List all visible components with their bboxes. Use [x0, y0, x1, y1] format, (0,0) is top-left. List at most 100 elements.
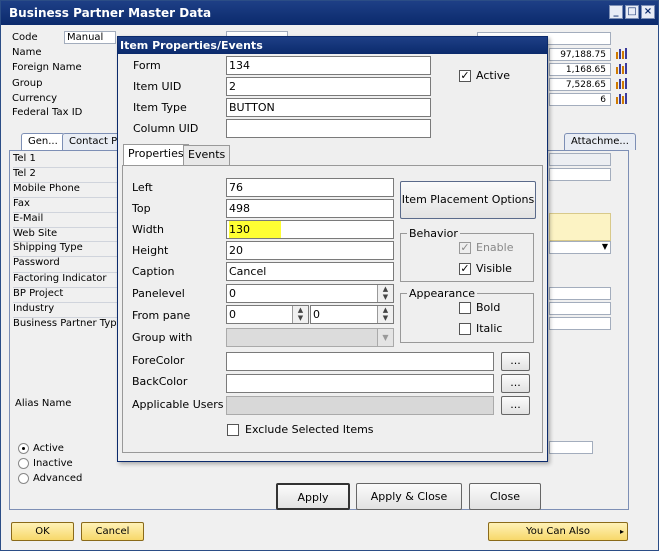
you-can-also-button[interactable]: You Can Also ▸	[488, 522, 628, 541]
item-type-field[interactable]: BUTTON	[226, 98, 431, 117]
apply-close-button[interactable]: Apply & Close	[356, 483, 462, 510]
tab-contact-persons[interactable]: Contact P	[62, 133, 125, 150]
item-uid-label: Item UID	[133, 80, 182, 93]
to-pane-value: 0	[313, 308, 320, 321]
form-label: Form	[133, 59, 161, 72]
bp-project-label: BP Project	[13, 288, 117, 303]
inactive-radio[interactable]	[18, 458, 29, 469]
advanced-radio-label: Advanced	[33, 473, 83, 484]
close-window-button[interactable]: ×	[641, 5, 655, 19]
italic-checkbox[interactable]	[459, 323, 471, 335]
chevron-down-icon[interactable]: ▼	[377, 329, 393, 346]
top-field[interactable]: 498	[226, 199, 394, 218]
forecolor-field[interactable]	[226, 352, 494, 371]
apply-button[interactable]: Apply	[276, 483, 350, 510]
right-pane-field[interactable]	[549, 302, 611, 315]
dialog-title: Item Properties/Events	[120, 39, 263, 52]
right-pane-field[interactable]	[549, 317, 611, 330]
left-field[interactable]: 76	[226, 178, 394, 197]
tel2-label: Tel 2	[13, 168, 117, 183]
column-uid-field[interactable]	[226, 119, 431, 138]
bar-chart-icon[interactable]	[615, 77, 627, 89]
enable-checkbox[interactable]: ✓	[459, 242, 471, 254]
width-label: Width	[132, 223, 164, 236]
enable-checkbox-label: Enable	[476, 241, 514, 254]
bold-checkbox[interactable]	[459, 302, 471, 314]
item-uid-field[interactable]: 2	[226, 77, 431, 96]
right-pane-dropdown[interactable]: ▼	[549, 241, 611, 254]
applicable-users-field[interactable]	[226, 396, 494, 415]
advanced-radio[interactable]	[18, 473, 29, 484]
form-field[interactable]: 134	[226, 56, 431, 75]
active-checkbox[interactable]: ✓	[459, 70, 471, 82]
to-pane-stepper[interactable]: 0 ▲ ▼	[310, 305, 394, 324]
tel1-label: Tel 1	[13, 153, 117, 168]
balance-value: 97,188.75	[549, 48, 611, 61]
website-label: Web Site	[13, 228, 117, 242]
width-field[interactable]: 130	[226, 220, 394, 239]
tab-events[interactable]: Events	[183, 145, 231, 165]
bar-chart-icon[interactable]	[615, 62, 627, 74]
item-placement-options-button[interactable]: Item Placement Options	[400, 181, 536, 219]
email-label: E-Mail	[13, 213, 117, 228]
ok-button[interactable]: OK	[11, 522, 74, 541]
active-radio-label: Active	[33, 443, 64, 454]
close-button[interactable]: Close	[469, 483, 541, 510]
mobile-phone-label: Mobile Phone	[13, 183, 117, 198]
federal-tax-label: Federal Tax ID	[12, 107, 83, 118]
password-label: Password	[13, 257, 117, 273]
behavior-group-title: Behavior	[407, 227, 460, 240]
group-with-select[interactable]: ▼	[226, 328, 394, 347]
industry-label: Industry	[13, 303, 117, 318]
visible-checkbox[interactable]: ✓	[459, 263, 471, 275]
italic-checkbox-label: Italic	[476, 322, 503, 335]
bp-type-label: Business Partner Type	[13, 318, 123, 329]
inactive-radio-label: Inactive	[33, 458, 73, 469]
caption-field[interactable]: Cancel	[226, 262, 394, 281]
applicable-users-browse-button[interactable]: ...	[501, 396, 530, 415]
forecolor-browse-button[interactable]: ...	[501, 352, 530, 371]
backcolor-field[interactable]	[226, 374, 494, 393]
panelevel-stepper[interactable]: 0 ▲ ▼	[226, 284, 394, 303]
opportunities-value: 6	[549, 93, 611, 106]
window-title: Business Partner Master Data	[9, 6, 212, 20]
cancel-button[interactable]: Cancel	[81, 522, 144, 541]
bar-chart-icon[interactable]	[615, 47, 627, 59]
right-pane-field[interactable]	[549, 168, 611, 181]
forecolor-label: ForeColor	[132, 354, 185, 367]
column-uid-label: Column UID	[133, 122, 199, 135]
left-label: Left	[132, 181, 153, 194]
window-titlebar[interactable]: Business Partner Master Data _ □ ×	[1, 1, 658, 25]
right-pane-field[interactable]	[549, 287, 611, 300]
spin-arrows-icon[interactable]: ▲ ▼	[377, 306, 393, 323]
right-pane-field[interactable]	[549, 441, 593, 454]
foreign-name-label: Foreign Name	[12, 62, 82, 73]
right-pane-header	[549, 153, 611, 166]
from-pane-stepper[interactable]: 0 ▲ ▼	[226, 305, 309, 324]
orders-value: 7,528.65	[549, 78, 611, 91]
tab-attachments[interactable]: Attachme...	[564, 133, 636, 150]
bold-checkbox-label: Bold	[476, 301, 501, 314]
height-label: Height	[132, 244, 169, 257]
currency-label: Currency	[12, 93, 58, 104]
exclude-selected-checkbox[interactable]	[227, 424, 239, 436]
maximize-button[interactable]: □	[625, 5, 639, 19]
minimize-button[interactable]: _	[609, 5, 623, 19]
item-properties-dialog: Item Properties/Events Form 134 Item UID…	[117, 36, 548, 462]
height-field[interactable]: 20	[226, 241, 394, 260]
bar-chart-icon[interactable]	[615, 92, 627, 104]
spin-arrows-icon[interactable]: ▲ ▼	[377, 285, 393, 302]
remarks-area[interactable]	[549, 213, 611, 241]
visible-checkbox-label: Visible	[476, 262, 512, 275]
active-radio[interactable]	[18, 443, 29, 454]
from-pane-value: 0	[229, 308, 236, 321]
backcolor-browse-button[interactable]: ...	[501, 374, 530, 393]
dialog-titlebar[interactable]: Item Properties/Events	[118, 37, 547, 54]
shipping-type-label: Shipping Type	[13, 242, 117, 257]
caption-label: Caption	[132, 265, 175, 278]
tab-properties[interactable]: Properties	[123, 144, 189, 166]
code-series-select[interactable]: Manual	[64, 31, 116, 44]
spin-arrows-icon[interactable]: ▲ ▼	[292, 306, 308, 323]
tab-general[interactable]: Gen...	[21, 133, 65, 150]
panelevel-label: Panelevel	[132, 287, 185, 300]
